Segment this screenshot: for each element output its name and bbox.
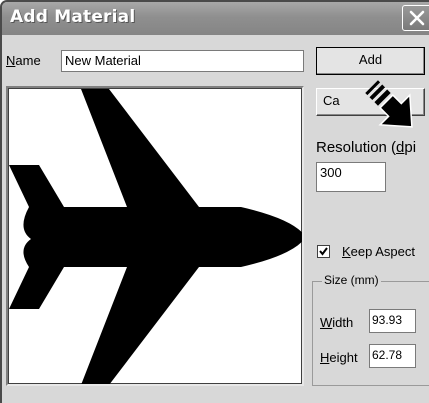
material-preview bbox=[6, 86, 304, 386]
pointer-arrow-icon bbox=[365, 80, 413, 128]
close-icon bbox=[409, 10, 425, 26]
dialog-title: Add Material bbox=[10, 7, 136, 27]
resolution-label-prefix: Resolution ( bbox=[316, 139, 397, 156]
name-label: Name bbox=[6, 53, 41, 68]
width-label: Width bbox=[320, 315, 353, 330]
close-button[interactable] bbox=[402, 5, 429, 31]
width-label-rest: idth bbox=[332, 315, 354, 330]
height-label-hotkey: H bbox=[320, 350, 330, 365]
height-label-rest: eight bbox=[329, 350, 358, 365]
name-label-hotkey: N bbox=[6, 53, 16, 68]
title-bar[interactable]: Add Material bbox=[2, 2, 429, 35]
name-label-rest: ame bbox=[15, 53, 41, 68]
size-groupbox bbox=[312, 281, 429, 386]
keep-aspect-label[interactable]: Keep Aspect bbox=[342, 244, 415, 259]
keep-aspect-hotkey: K bbox=[342, 244, 351, 259]
resolution-label: Resolution (dpi bbox=[316, 139, 416, 156]
airplane-silhouette bbox=[9, 89, 302, 384]
width-input[interactable]: 93.93 bbox=[369, 309, 416, 333]
width-label-hotkey: W bbox=[320, 315, 333, 330]
height-label: Height bbox=[320, 350, 358, 365]
preview-frame bbox=[8, 88, 302, 384]
keep-aspect-checkbox[interactable] bbox=[317, 245, 330, 258]
resolution-label-rest: pi bbox=[404, 139, 417, 156]
size-group-label: Size (mm) bbox=[322, 273, 381, 287]
keep-aspect-label-rest: eep Aspect bbox=[350, 244, 415, 259]
resolution-input[interactable]: 300 bbox=[316, 162, 386, 192]
height-input[interactable]: 62.78 bbox=[369, 344, 416, 368]
name-input[interactable]: New Material bbox=[61, 50, 304, 72]
checkmark-icon bbox=[319, 247, 328, 256]
